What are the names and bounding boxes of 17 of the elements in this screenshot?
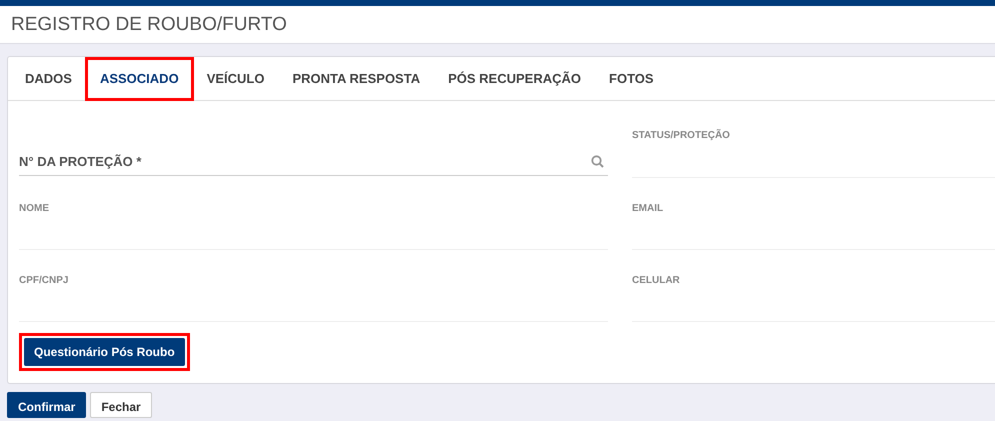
tab[interactable]: ASSOCIADO: [86, 58, 193, 100]
tab[interactable]: PÓS RECUPERAÇÃO: [434, 58, 596, 100]
tab[interactable]: VEÍCULO: [192, 58, 278, 100]
search-field[interactable]: N° DA PROTEÇÃO *: [19, 148, 608, 176]
close-button[interactable]: Fechar: [90, 392, 152, 418]
questionnaire-button[interactable]: Questionário Pós Roubo: [24, 338, 185, 366]
search-icon[interactable]: [591, 155, 604, 168]
field-label: CPF/CNPJ: [19, 274, 70, 288]
page-title: REGISTRO DE ROUBO/FURTO: [11, 14, 287, 35]
tab[interactable]: DADOS: [11, 58, 86, 100]
field-label: EMAIL: [632, 202, 664, 216]
field-label: CELULAR: [632, 274, 681, 288]
field-label: STATUS/PROTEÇÃO: [632, 128, 731, 143]
field-label: NOME: [19, 202, 50, 216]
confirm-button[interactable]: Confirmar: [7, 392, 86, 418]
tab[interactable]: FOTOS: [595, 58, 668, 100]
tab[interactable]: PRONTA RESPOSTA: [278, 58, 434, 100]
